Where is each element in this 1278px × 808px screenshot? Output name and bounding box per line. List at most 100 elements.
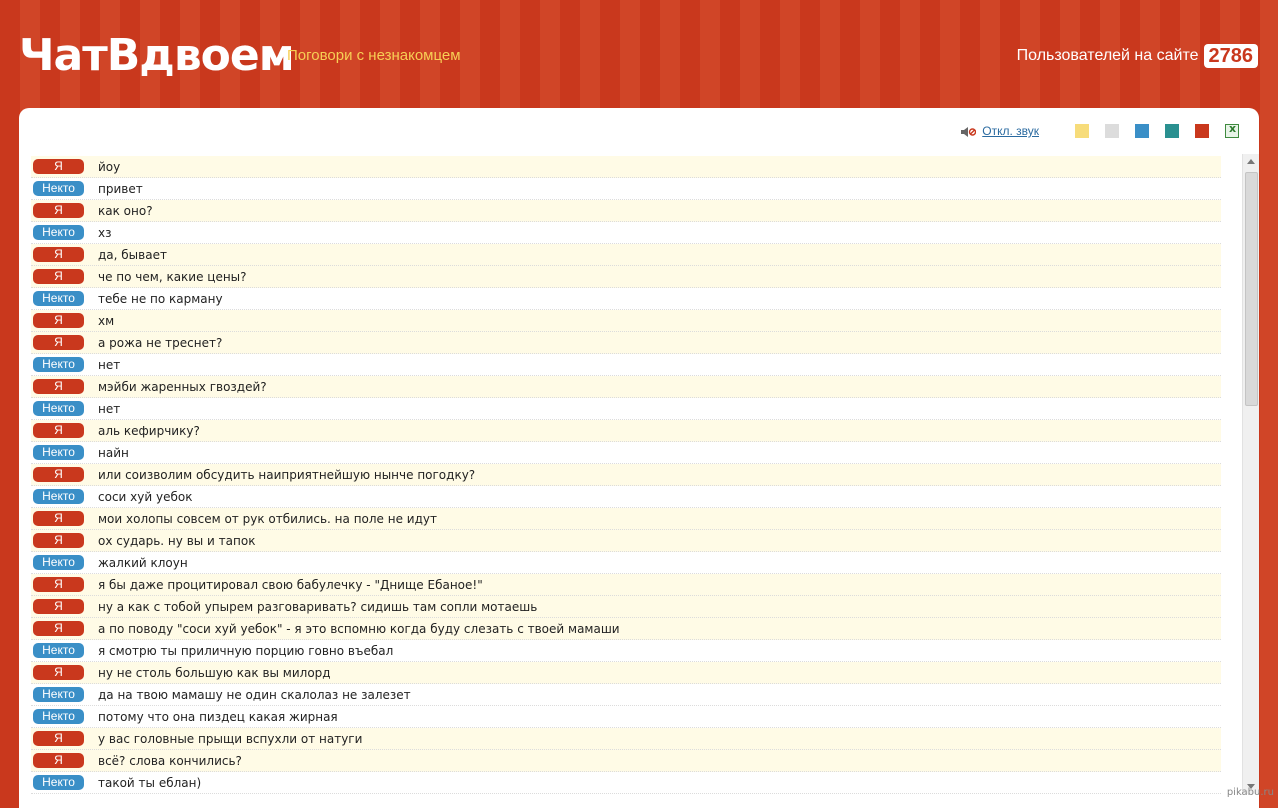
sender-badge-me: Я [33, 247, 84, 262]
watermark: pikabu.ru [1226, 787, 1274, 798]
sender-badge-me: Я [33, 467, 84, 482]
chat-message-row: Некто такой ты еблан) [31, 772, 1221, 794]
chat-message-text: аль кефирчику? [98, 423, 200, 438]
sender-badge-me: Я [33, 379, 84, 394]
chat-message-text: или соизволим обсудить наиприятнейшую ны… [98, 467, 476, 482]
chat-message-text: хз [98, 225, 112, 240]
chat-message-row: Якак оно? [31, 200, 1221, 222]
sender-badge-stranger: Некто [33, 775, 84, 790]
chat-message-text: найн [98, 445, 129, 460]
chat-message-text: ну не столь большую как вы милорд [98, 665, 331, 680]
sender-badge-me: Я [33, 313, 84, 328]
chat-message-text: мои холопы совсем от рук отбились. на по… [98, 511, 437, 526]
sender-badge-me: Я [33, 753, 84, 768]
sound-toggle-link[interactable]: Откл. звук [982, 124, 1039, 138]
chat-message-row: Ямэйби жаренных гвоздей? [31, 376, 1221, 398]
chat-message-text: у вас головные прыщи вспухли от натуги [98, 731, 363, 746]
chat-message-text: ну а как с тобой упырем разговаривать? с… [98, 599, 538, 614]
chat-message-row: Некто потому что она пиздец какая жирная [31, 706, 1221, 728]
sender-badge-stranger: Некто [33, 709, 84, 724]
sender-badge-me: Я [33, 731, 84, 746]
sender-badge-stranger: Некто [33, 687, 84, 702]
chat-message-text: хм [98, 313, 115, 328]
scroll-up-arrow-icon[interactable] [1243, 154, 1259, 170]
chat-message-text: такой ты еблан) [98, 775, 202, 790]
chat-message-row: Яя бы даже процитировал свою бабулечку -… [31, 574, 1221, 596]
chat-message-text: мэйби жаренных гвоздей? [98, 379, 267, 394]
sender-badge-stranger: Некто [33, 225, 84, 240]
theme-swatch-yellow[interactable] [1075, 124, 1089, 138]
sender-badge-stranger: Некто [33, 357, 84, 372]
sender-badge-stranger: Некто [33, 643, 84, 658]
chat-scrollbar[interactable] [1242, 154, 1259, 794]
sender-badge-me: Я [33, 511, 84, 526]
excel-icon[interactable] [1225, 122, 1239, 138]
chat-message-text: нет [98, 401, 121, 416]
theme-swatch-teal[interactable] [1165, 124, 1179, 138]
chat-message-row: Некто хз [31, 222, 1221, 244]
sender-badge-me: Я [33, 533, 84, 548]
sender-badge-stranger: Некто [33, 489, 84, 504]
chat-toolbar: Откл. звук [960, 122, 1239, 138]
theme-swatch-gray[interactable] [1105, 124, 1119, 138]
chat-message-row: Некто найн [31, 442, 1221, 464]
sender-badge-me: Я [33, 423, 84, 438]
chat-message-row: Некто нет [31, 354, 1221, 376]
chat-message-row: Некто да на твою мамашу не один скалолаз … [31, 684, 1221, 706]
chat-message-row: Некто я смотрю ты приличную порцию говно … [31, 640, 1221, 662]
chat-message-text: ох сударь. ну вы и тапок [98, 533, 256, 548]
sender-badge-me: Я [33, 159, 84, 174]
chat-message-row: Яну не столь большую как вы милорд [31, 662, 1221, 684]
chat-message-text: да на твою мамашу не один скалолаз не за… [98, 687, 411, 702]
sender-badge-me: Я [33, 665, 84, 680]
chat-message-text: а по поводу "соси хуй уебок" - я это всп… [98, 621, 620, 636]
online-users-label: Пользователей на сайте [1016, 47, 1199, 64]
sender-badge-me: Я [33, 621, 84, 636]
chat-message-text: нет [98, 357, 121, 372]
chat-message-row: Некто нет [31, 398, 1221, 420]
online-users-count: 2786 [1203, 44, 1258, 68]
sender-badge-me: Я [33, 577, 84, 592]
chat-message-text: да, бывает [98, 247, 167, 262]
chat-message-text: я смотрю ты приличную порцию говно въеба… [98, 643, 394, 658]
chat-message-text: жалкий клоун [98, 555, 188, 570]
sender-badge-me: Я [33, 599, 84, 614]
speaker-mute-icon[interactable] [960, 124, 977, 138]
chat-message-row: Некто соси хуй уебок [31, 486, 1221, 508]
chat-message-row: Яхм [31, 310, 1221, 332]
sender-badge-me: Я [33, 335, 84, 350]
chat-message-row: Яу вас головные прыщи вспухли от натуги [31, 728, 1221, 750]
chat-message-row: Яили соизволим обсудить наиприятнейшую н… [31, 464, 1221, 486]
chat-message-row: Яйоу [31, 156, 1221, 178]
theme-swatch-red[interactable] [1195, 124, 1209, 138]
chat-message-text: потому что она пиздец какая жирная [98, 709, 338, 724]
sender-badge-stranger: Некто [33, 555, 84, 570]
chat-message-row: Яаль кефирчику? [31, 420, 1221, 442]
chat-message-text: соси хуй уебок [98, 489, 193, 504]
sender-badge-stranger: Некто [33, 291, 84, 306]
chat-message-row: Некто привет [31, 178, 1221, 200]
chat-message-row: Яда, бывает [31, 244, 1221, 266]
chat-message-row: Яох сударь. ну вы и тапок [31, 530, 1221, 552]
site-tagline: Поговори с незнакомцем [287, 47, 461, 64]
chat-message-row: Яну а как с тобой упырем разговаривать? … [31, 596, 1221, 618]
site-logo[interactable]: ЧатВдвоем [19, 26, 295, 86]
chat-message-row: Яче по чем, какие цены? [31, 266, 1221, 288]
chat-message-row: Яа рожа не треснет? [31, 332, 1221, 354]
chat-message-text: йоу [98, 159, 121, 174]
scrollbar-thumb[interactable] [1245, 172, 1258, 406]
theme-swatch-blue[interactable] [1135, 124, 1149, 138]
chat-message-text: че по чем, какие цены? [98, 269, 247, 284]
chat-panel: Откл. звук ЯйоуНектоприветЯкак оно?Некто… [19, 108, 1259, 808]
chat-message-text: всё? слова кончились? [98, 753, 242, 768]
sender-badge-stranger: Некто [33, 401, 84, 416]
sender-badge-me: Я [33, 269, 84, 284]
chat-message-text: как оно? [98, 203, 153, 218]
online-users: Пользователей на сайте 2786 [1017, 44, 1258, 68]
chat-message-text: я бы даже процитировал свою бабулечку - … [98, 577, 483, 592]
sender-badge-me: Я [33, 203, 84, 218]
chat-message-row: Ямои холопы совсем от рук отбились. на п… [31, 508, 1221, 530]
chat-message-row: Некто жалкий клоун [31, 552, 1221, 574]
chat-message-text: тебе не по карману [98, 291, 223, 306]
chat-log: Яйоу Некто привет Якак оно? Некто хз Яда, быва… [31, 156, 1221, 794]
